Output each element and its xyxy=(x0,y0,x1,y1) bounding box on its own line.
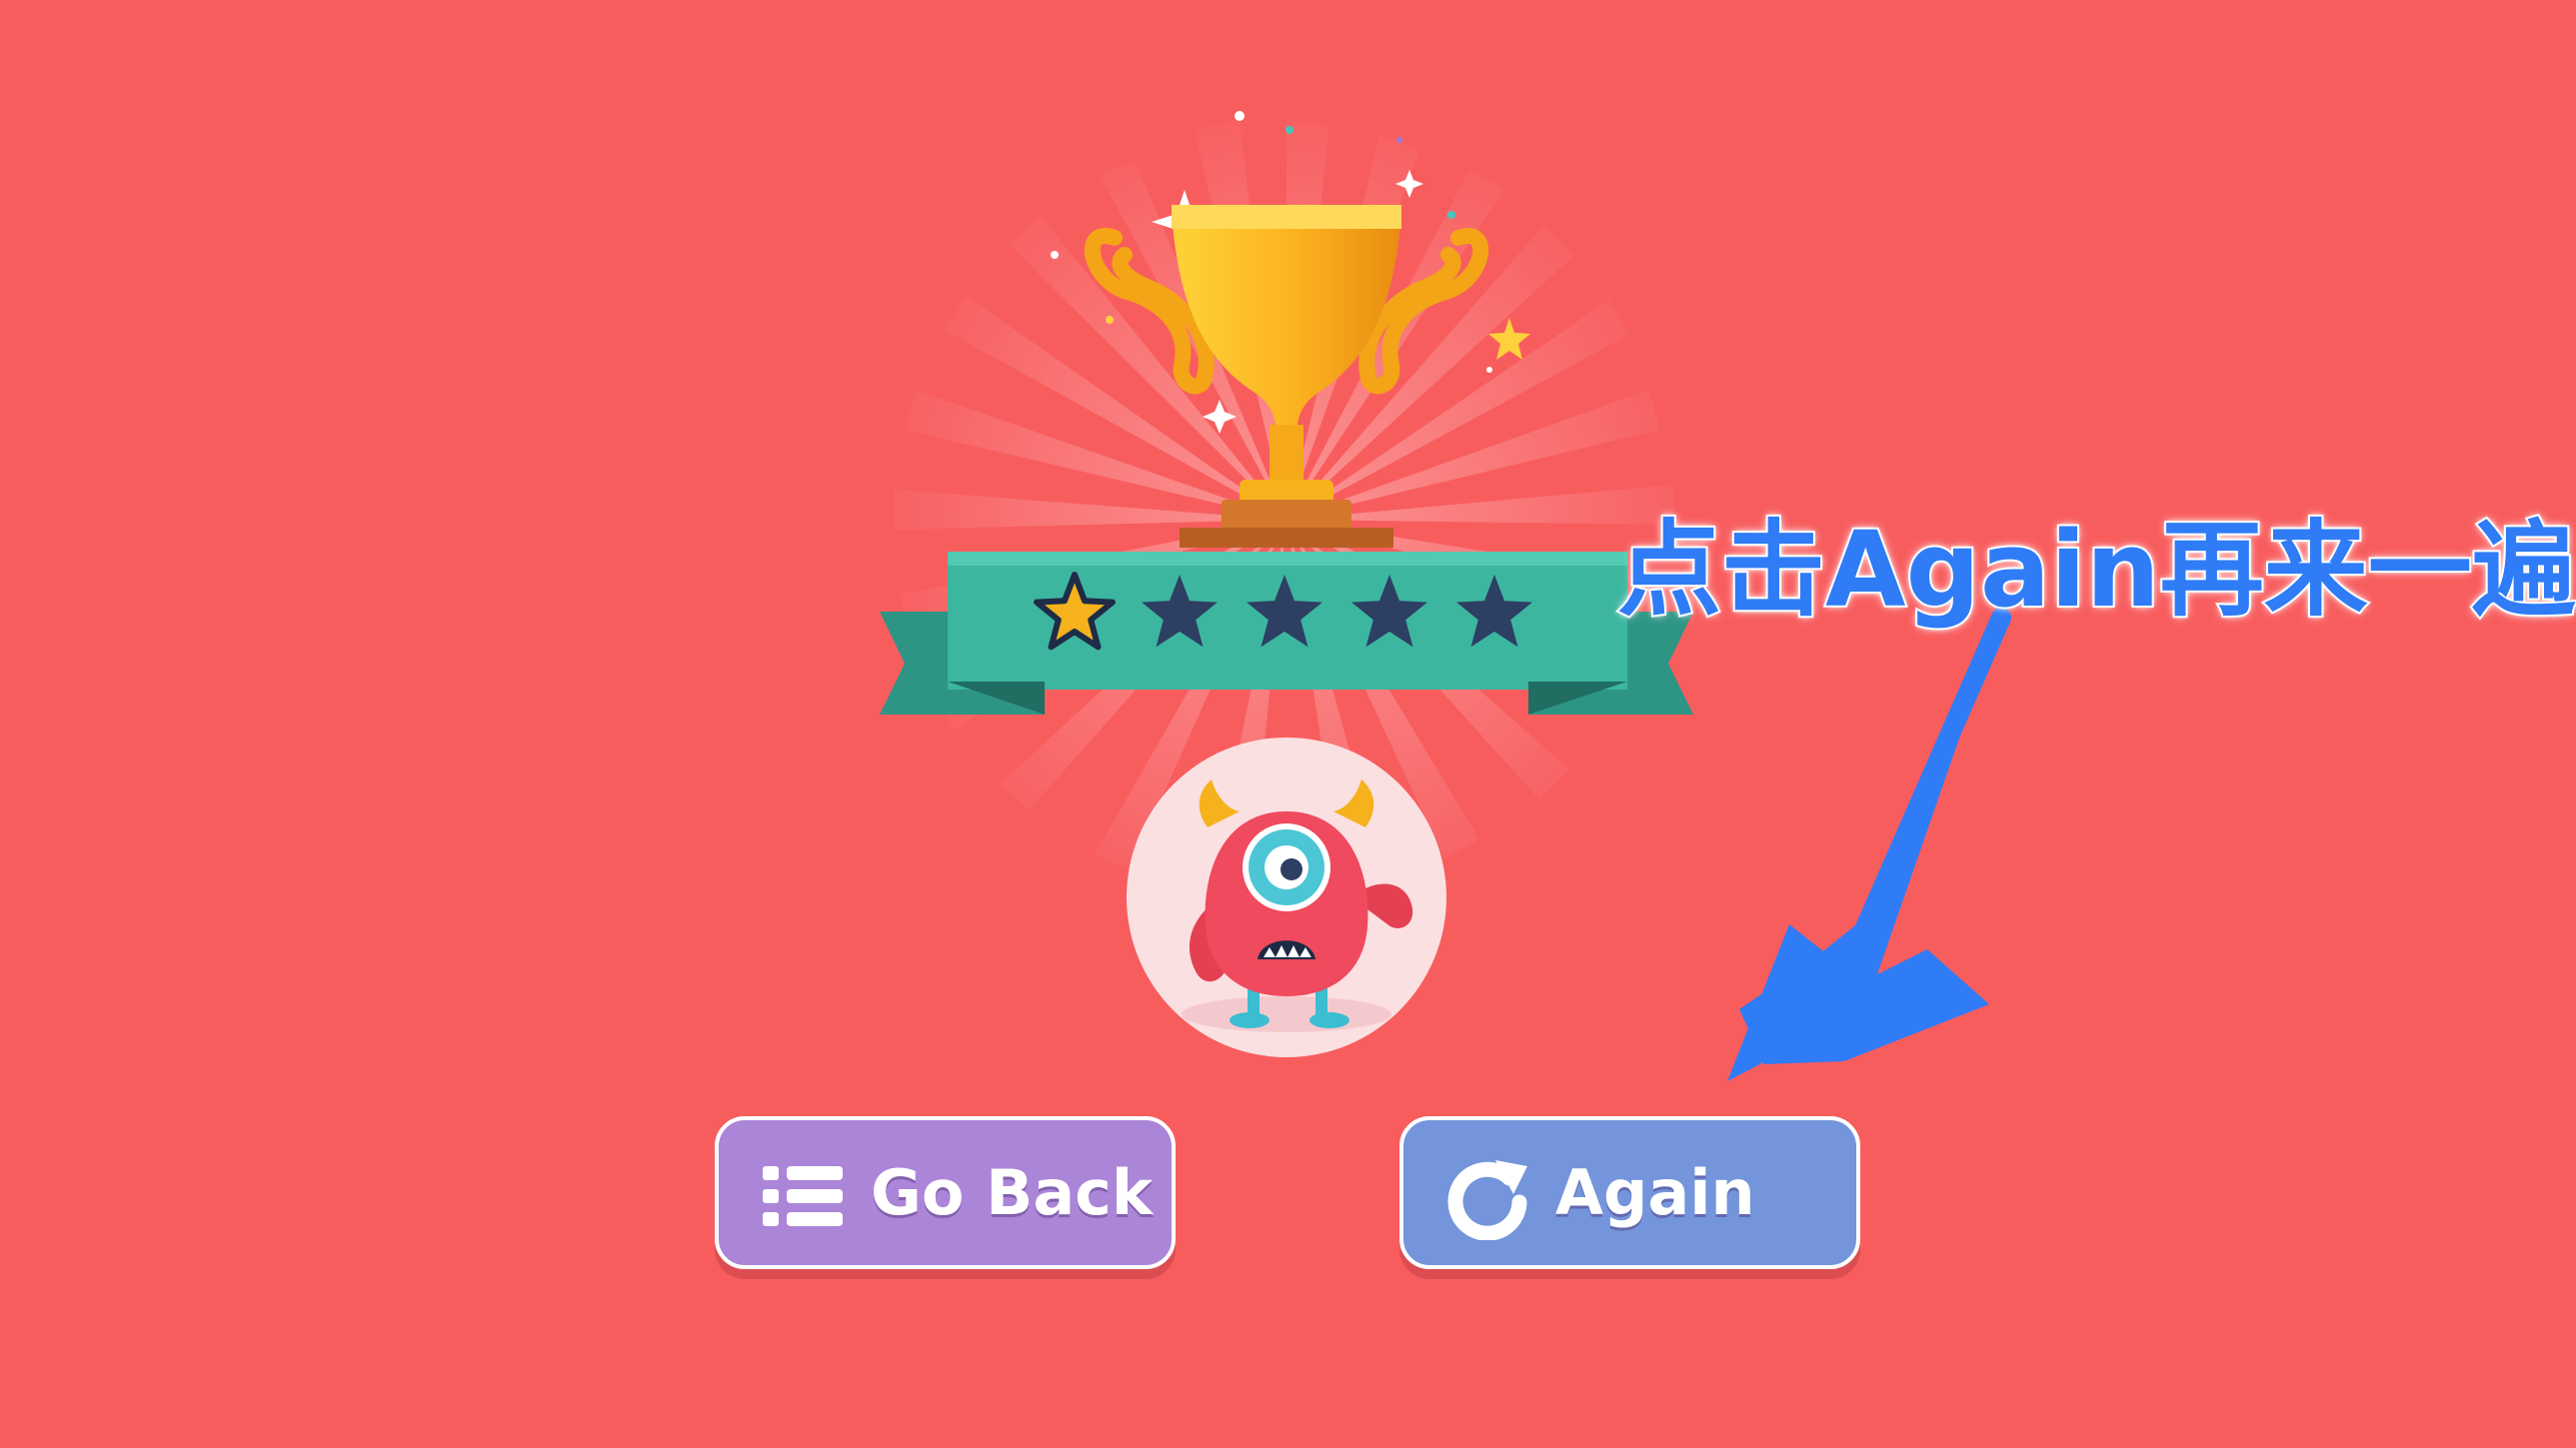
rating-ribbon xyxy=(880,552,1693,715)
game-result-screen: Go Back Again 点击Again再来一遍 xyxy=(0,0,2576,1448)
result-illustration xyxy=(880,111,2011,1081)
arrow-icon xyxy=(1727,608,2011,1081)
list-icon xyxy=(763,1166,843,1226)
monster-avatar xyxy=(1127,737,1446,1057)
annotation-label: 点击Again再来一遍 xyxy=(1615,507,2576,633)
replay-icon xyxy=(1447,1160,1527,1240)
go-back-button[interactable]: Go Back xyxy=(715,1116,1176,1269)
go-back-label: Go Back xyxy=(871,1156,1154,1229)
again-button[interactable]: Again xyxy=(1399,1116,1860,1269)
again-label: Again xyxy=(1555,1156,1755,1229)
